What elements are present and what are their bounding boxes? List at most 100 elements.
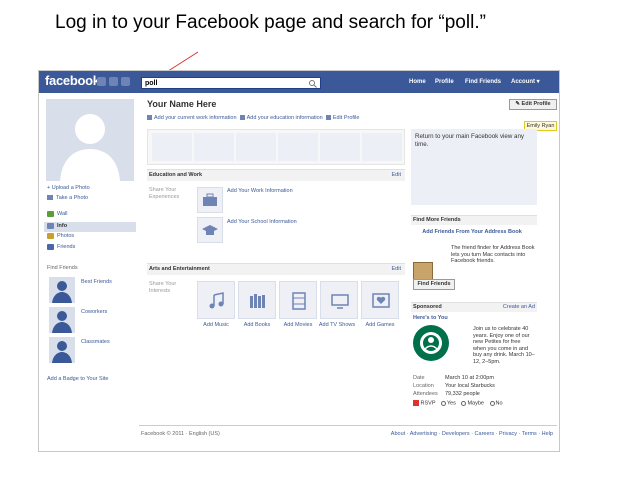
ad-title-link[interactable]: Here's to You bbox=[413, 315, 448, 322]
add-music-tile[interactable] bbox=[197, 281, 235, 319]
add-games-tile[interactable] bbox=[361, 281, 399, 319]
profile-name: Your Name Here bbox=[147, 99, 217, 109]
sponsored-header: Sponsored Create an Ad bbox=[411, 302, 537, 312]
friend-list-thumb[interactable] bbox=[49, 337, 75, 363]
nav-home[interactable]: Home bbox=[409, 77, 426, 87]
graduation-cap-icon bbox=[202, 225, 218, 235]
add-movies-label[interactable]: Add Movies bbox=[276, 322, 320, 329]
add-music-label[interactable]: Add Music bbox=[194, 322, 238, 329]
add-work-info-link[interactable]: Add Your Work Information bbox=[227, 188, 293, 194]
photo-slot[interactable] bbox=[236, 133, 276, 161]
music-note-icon bbox=[209, 292, 224, 309]
top-bar: facebook poll Home Profile Find Friends … bbox=[39, 71, 559, 93]
friend-list-coworkers[interactable]: Coworkers bbox=[81, 309, 107, 315]
add-tv-tile[interactable] bbox=[320, 281, 358, 319]
address-book-desc: The friend finder for Address Book lets … bbox=[451, 245, 535, 264]
sidebar-item-label: Photos bbox=[57, 233, 75, 239]
profile-picture[interactable] bbox=[46, 99, 134, 181]
work-tile[interactable] bbox=[197, 187, 223, 213]
friend-list-classmates[interactable]: Classmates bbox=[81, 339, 110, 345]
wall-icon bbox=[47, 210, 54, 217]
find-more-friends-header: Find More Friends bbox=[411, 215, 537, 225]
event-location-value: Your local Starbucks bbox=[445, 383, 495, 389]
notifications-icon[interactable] bbox=[121, 77, 130, 86]
edit-profile-button[interactable]: ✎ Edit Profile bbox=[509, 99, 557, 110]
add-work-link[interactable]: Add your current work information bbox=[154, 115, 237, 121]
photo-slot[interactable] bbox=[320, 133, 360, 161]
add-school-info-link[interactable]: Add Your School Information bbox=[227, 219, 297, 225]
messages-icon[interactable] bbox=[109, 77, 118, 86]
photo-slot[interactable] bbox=[194, 133, 234, 161]
add-books-tile[interactable] bbox=[238, 281, 276, 319]
nav-profile[interactable]: Profile bbox=[435, 77, 454, 87]
rsvp-row: RSVP Yes Maybe No bbox=[413, 400, 503, 406]
magnifier-icon[interactable] bbox=[308, 79, 318, 88]
photo-slot[interactable] bbox=[152, 133, 192, 161]
sidebar-item-info[interactable]: Info bbox=[47, 222, 67, 231]
share-interests-label: Share Your Interests bbox=[149, 281, 177, 294]
school-tile[interactable] bbox=[197, 217, 223, 243]
info-icon bbox=[47, 222, 54, 229]
footer-links[interactable]: About · Advertising · Developers · Caree… bbox=[391, 431, 553, 437]
friends-icon bbox=[47, 243, 54, 250]
nav-find-friends[interactable]: Find Friends bbox=[465, 77, 501, 87]
arts-edit-link[interactable]: Edit bbox=[392, 266, 401, 272]
section-title: Find More Friends bbox=[413, 217, 461, 223]
add-games-label[interactable]: Add Games bbox=[358, 322, 402, 329]
return-main-view-box: Return to your main Facebook view any ti… bbox=[411, 129, 537, 205]
event-location-label: Location bbox=[413, 383, 434, 389]
left-column: + Upload a Photo Take a Photo Wall Info … bbox=[39, 93, 137, 423]
create-ad-link[interactable]: Create an Ad bbox=[503, 304, 535, 310]
film-icon bbox=[292, 292, 306, 310]
section-title: Education and Work bbox=[149, 172, 203, 178]
silhouette-icon bbox=[60, 114, 120, 181]
sidebar-item-label: Friends bbox=[57, 244, 76, 250]
add-movies-tile[interactable] bbox=[279, 281, 317, 319]
facebook-logo[interactable]: facebook bbox=[45, 73, 100, 88]
photo-slot[interactable] bbox=[278, 133, 318, 161]
sidebar-item-friends[interactable]: Friends bbox=[47, 243, 75, 252]
edit-profile-link[interactable]: Edit Profile bbox=[333, 115, 360, 121]
event-date-value: March 10 at 2:00pm bbox=[445, 375, 494, 381]
add-books-label[interactable]: Add Books bbox=[235, 322, 279, 329]
friend-list-thumb[interactable] bbox=[49, 277, 75, 303]
search-input[interactable]: poll bbox=[141, 77, 321, 89]
friend-requests-icon[interactable] bbox=[97, 77, 106, 86]
sidebar-item-photos[interactable]: Photos bbox=[47, 232, 74, 241]
upload-photo-link[interactable]: + Upload a Photo bbox=[47, 184, 90, 193]
rsvp-maybe-radio[interactable] bbox=[461, 400, 467, 406]
add-education-link[interactable]: Add your education information bbox=[247, 115, 323, 121]
search-value: poll bbox=[145, 80, 158, 87]
rsvp-yes-radio[interactable] bbox=[440, 400, 446, 406]
edit-profile-label: Edit Profile bbox=[521, 101, 551, 107]
starbucks-logo[interactable] bbox=[413, 325, 449, 361]
footer-divider bbox=[139, 425, 557, 426]
return-main-view-text: Return to your main Facebook view any ti… bbox=[415, 133, 525, 148]
education-edit-link[interactable]: Edit bbox=[392, 172, 401, 178]
photo-slot[interactable] bbox=[362, 133, 402, 161]
sidebar-item-label: Wall bbox=[57, 211, 68, 217]
rsvp-no-radio[interactable] bbox=[489, 400, 495, 406]
friend-list-best-friends[interactable]: Best Friends bbox=[81, 279, 112, 285]
silhouette-icon bbox=[52, 281, 72, 303]
game-icon bbox=[372, 293, 390, 308]
nav-account[interactable]: Account ▾ bbox=[511, 77, 540, 87]
slide-caption: Log in to your Facebook page and search … bbox=[55, 12, 486, 33]
find-friends-heading: Find Friends bbox=[47, 265, 78, 271]
add-tv-label[interactable]: Add TV Shows bbox=[317, 322, 357, 329]
event-attendees-value: 79,332 people bbox=[445, 391, 480, 397]
main-content: Your Name Here Add your current work inf… bbox=[147, 93, 405, 423]
friend-list-thumb[interactable] bbox=[49, 307, 75, 333]
find-friends-button[interactable]: Find Friends bbox=[413, 279, 455, 290]
briefcase-icon bbox=[203, 193, 217, 206]
pencil-icon bbox=[325, 115, 331, 121]
add-badge-link[interactable]: Add a Badge to Your Site bbox=[47, 375, 108, 384]
ad-body-text: Join us to celebrate 40 years. Enjoy one… bbox=[473, 326, 535, 365]
address-book-link[interactable]: Add Friends From Your Address Book bbox=[413, 229, 531, 236]
camera-icon bbox=[47, 195, 53, 201]
take-photo-label: Take a Photo bbox=[56, 195, 89, 201]
footer-copyright[interactable]: Facebook © 2011 · English (US) bbox=[141, 431, 220, 437]
silhouette-icon bbox=[52, 311, 72, 333]
take-photo-link[interactable]: Take a Photo bbox=[47, 194, 88, 203]
sidebar-item-wall[interactable]: Wall bbox=[47, 210, 68, 219]
